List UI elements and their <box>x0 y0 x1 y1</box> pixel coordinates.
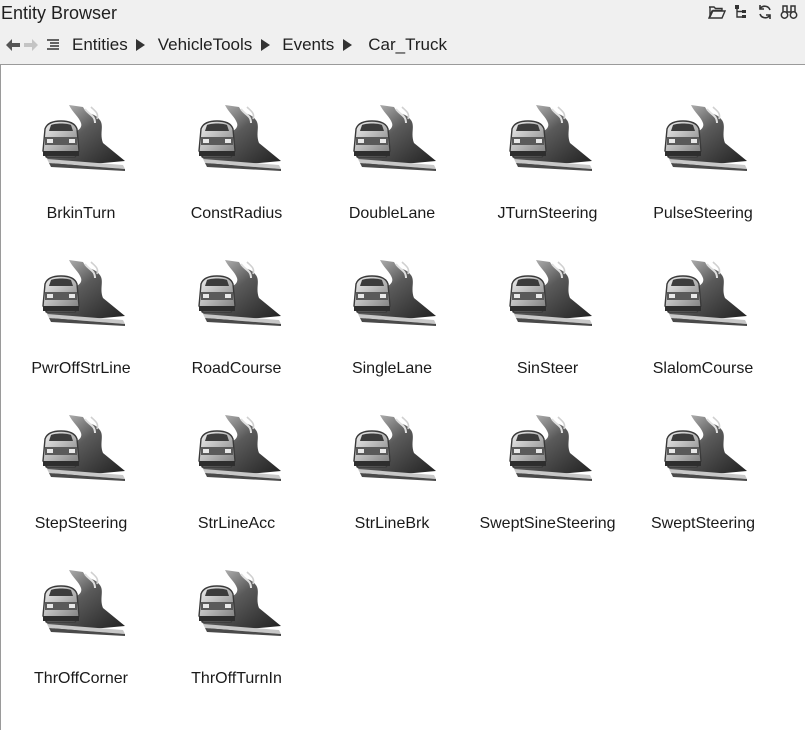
breadcrumb-car-truck[interactable]: Car_Truck <box>364 35 453 55</box>
car-road-event-icon <box>195 103 283 175</box>
car-road-event-icon <box>39 568 127 640</box>
car-road-event-icon <box>350 413 438 485</box>
breadcrumb-entities[interactable]: Entities <box>68 35 134 55</box>
entity-item-label: ConstRadius <box>190 205 283 222</box>
car-road-event-icon <box>195 413 283 485</box>
entity-item-label: ThrOffCorner <box>34 670 128 687</box>
entity-item[interactable]: SlalomCourse <box>625 230 781 380</box>
chevron-right-icon <box>340 34 354 56</box>
entity-item[interactable]: BrkinTurn <box>3 75 159 225</box>
entity-item[interactable]: SweptSineSteering <box>470 385 626 535</box>
car-road-event-icon <box>661 413 749 485</box>
car-road-event-icon <box>195 568 283 640</box>
entity-item-label: SingleLane <box>351 360 433 377</box>
car-road-event-icon <box>39 258 127 330</box>
car-road-event-icon <box>661 258 749 330</box>
window-title: Entity Browser <box>1 3 118 23</box>
car-road-event-icon <box>350 103 438 175</box>
entity-list-view[interactable]: BrkinTurn ConstRadius DoubleLane JTurnSteer… <box>0 64 805 730</box>
entity-item-label: SlalomCourse <box>652 360 754 377</box>
entity-item[interactable]: StepSteering <box>3 385 159 535</box>
entity-item-label: RoadCourse <box>191 360 282 377</box>
folder-open-icon[interactable] <box>707 3 727 21</box>
entity-item-label: StepSteering <box>34 515 128 532</box>
entity-item[interactable]: PwrOffStrLine <box>3 230 159 380</box>
list-icon[interactable] <box>44 34 62 56</box>
tree-icon[interactable] <box>731 3 751 21</box>
entity-item-label: SweptSineSteering <box>479 515 616 532</box>
entity-item[interactable]: StrLineBrk <box>314 385 470 535</box>
breadcrumb-events[interactable]: Events <box>278 35 340 55</box>
navigation-bar: Entities VehicleTools Events Car_Truck <box>0 30 805 60</box>
binoculars-icon[interactable] <box>779 3 799 21</box>
breadcrumb-vehicletools[interactable]: VehicleTools <box>154 35 259 55</box>
entity-item-label: SinSteer <box>516 360 579 377</box>
back-arrow-icon[interactable] <box>4 34 22 56</box>
forward-arrow-icon[interactable] <box>22 34 40 56</box>
entity-item[interactable]: ThrOffTurnIn <box>159 540 315 690</box>
entity-item-label: PulseSteering <box>653 205 753 222</box>
entity-item[interactable]: SingleLane <box>314 230 470 380</box>
car-road-event-icon <box>661 103 749 175</box>
entity-item[interactable]: PulseSteering <box>625 75 781 225</box>
entity-item-label: DoubleLane <box>348 205 436 222</box>
car-road-event-icon <box>506 258 594 330</box>
entity-item[interactable]: SinSteer <box>470 230 626 380</box>
title-toolbar <box>707 3 799 21</box>
entity-item[interactable]: RoadCourse <box>159 230 315 380</box>
entity-browser-window: Entity Browser Entities VehicleTools Eve… <box>0 0 805 730</box>
entity-item[interactable]: ThrOffCorner <box>3 540 159 690</box>
entity-item-label: BrkinTurn <box>46 205 116 222</box>
entity-item-label: JTurnSteering <box>497 205 598 222</box>
refresh-icon[interactable] <box>755 3 775 21</box>
entity-item[interactable]: DoubleLane <box>314 75 470 225</box>
car-road-event-icon <box>195 258 283 330</box>
chevron-right-icon <box>134 34 148 56</box>
entity-item-label: ThrOffTurnIn <box>191 670 282 687</box>
entity-item[interactable]: JTurnSteering <box>470 75 626 225</box>
entity-item-label: PwrOffStrLine <box>31 360 131 377</box>
car-road-event-icon <box>506 413 594 485</box>
entity-item-label: StrLineBrk <box>354 515 430 532</box>
car-road-event-icon <box>350 258 438 330</box>
titlebar: Entity Browser <box>0 0 805 26</box>
entity-item[interactable]: StrLineAcc <box>159 385 315 535</box>
car-road-event-icon <box>39 103 127 175</box>
entity-item-label: StrLineAcc <box>197 515 276 532</box>
chevron-right-icon <box>258 34 272 56</box>
entity-item[interactable]: SweptSteering <box>625 385 781 535</box>
car-road-event-icon <box>506 103 594 175</box>
entity-item[interactable]: ConstRadius <box>159 75 315 225</box>
car-road-event-icon <box>39 413 127 485</box>
entity-item-label: SweptSteering <box>650 515 756 532</box>
